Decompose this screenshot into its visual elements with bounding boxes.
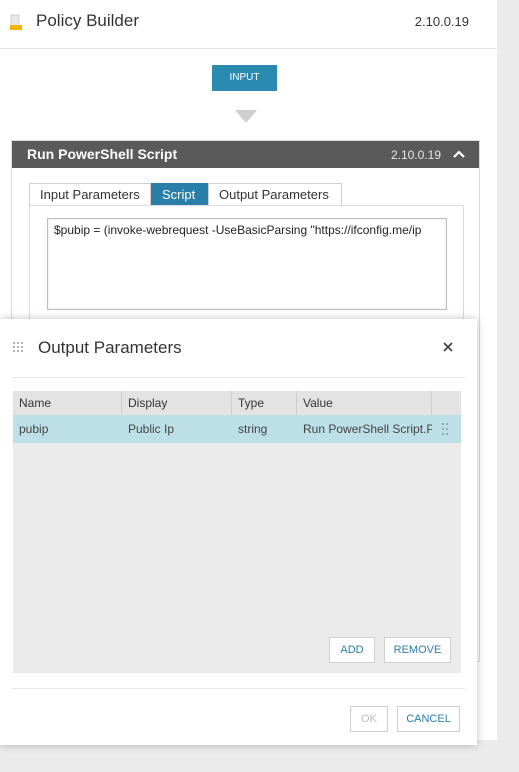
drag-handle-icon[interactable]: [12, 341, 24, 353]
close-icon[interactable]: [440, 339, 456, 355]
column-header-name[interactable]: Name: [13, 391, 122, 415]
flow-arrow-icon: [235, 110, 257, 123]
step-header[interactable]: Run PowerShell Script 2.10.0.19: [12, 141, 479, 168]
chevron-up-icon[interactable]: [451, 146, 467, 162]
input-node-button[interactable]: INPUT: [212, 65, 277, 91]
step-version: 2.10.0.19: [390, 148, 441, 162]
remove-button[interactable]: REMOVE: [384, 637, 451, 663]
output-parameters-table: Name Display Type Value pubip Public Ip …: [13, 391, 461, 673]
column-header-type[interactable]: Type: [232, 391, 297, 415]
row-drag-handle-icon[interactable]: [441, 422, 449, 436]
script-text: $pubip = (invoke-webrequest -UseBasicPar…: [54, 223, 422, 237]
app-version: 2.10.0.19: [414, 14, 469, 29]
script-editor[interactable]: $pubip = (invoke-webrequest -UseBasicPar…: [47, 218, 447, 310]
column-header-display[interactable]: Display: [122, 391, 232, 415]
column-header-value[interactable]: Value: [297, 391, 432, 415]
table-header: Name Display Type Value: [13, 391, 461, 416]
output-parameters-dialog: Output Parameters Name Display Type Valu…: [0, 319, 477, 745]
divider: [12, 377, 465, 378]
divider: [12, 688, 465, 689]
cell-display: Public Ip: [128, 422, 175, 436]
app-header: Policy Builder 2.10.0.19: [0, 0, 497, 49]
cancel-button[interactable]: CANCEL: [397, 706, 460, 732]
tab-output-parameters[interactable]: Output Parameters: [208, 183, 342, 205]
cell-value: Run PowerShell Script.Pi: [303, 422, 432, 436]
ok-button[interactable]: OK: [350, 706, 388, 732]
add-button[interactable]: ADD: [329, 637, 375, 663]
tab-script[interactable]: Script: [151, 183, 208, 205]
policy-builder-icon: [10, 14, 22, 30]
page-title: Policy Builder: [36, 11, 139, 30]
cell-type: string: [238, 422, 268, 436]
dialog-title: Output Parameters: [38, 338, 182, 357]
step-title: Run PowerShell Script: [27, 146, 178, 162]
cell-name: pubip: [19, 422, 49, 436]
tab-input-parameters[interactable]: Input Parameters: [29, 183, 151, 205]
table-row[interactable]: pubip Public Ip string Run PowerShell Sc…: [13, 415, 461, 443]
